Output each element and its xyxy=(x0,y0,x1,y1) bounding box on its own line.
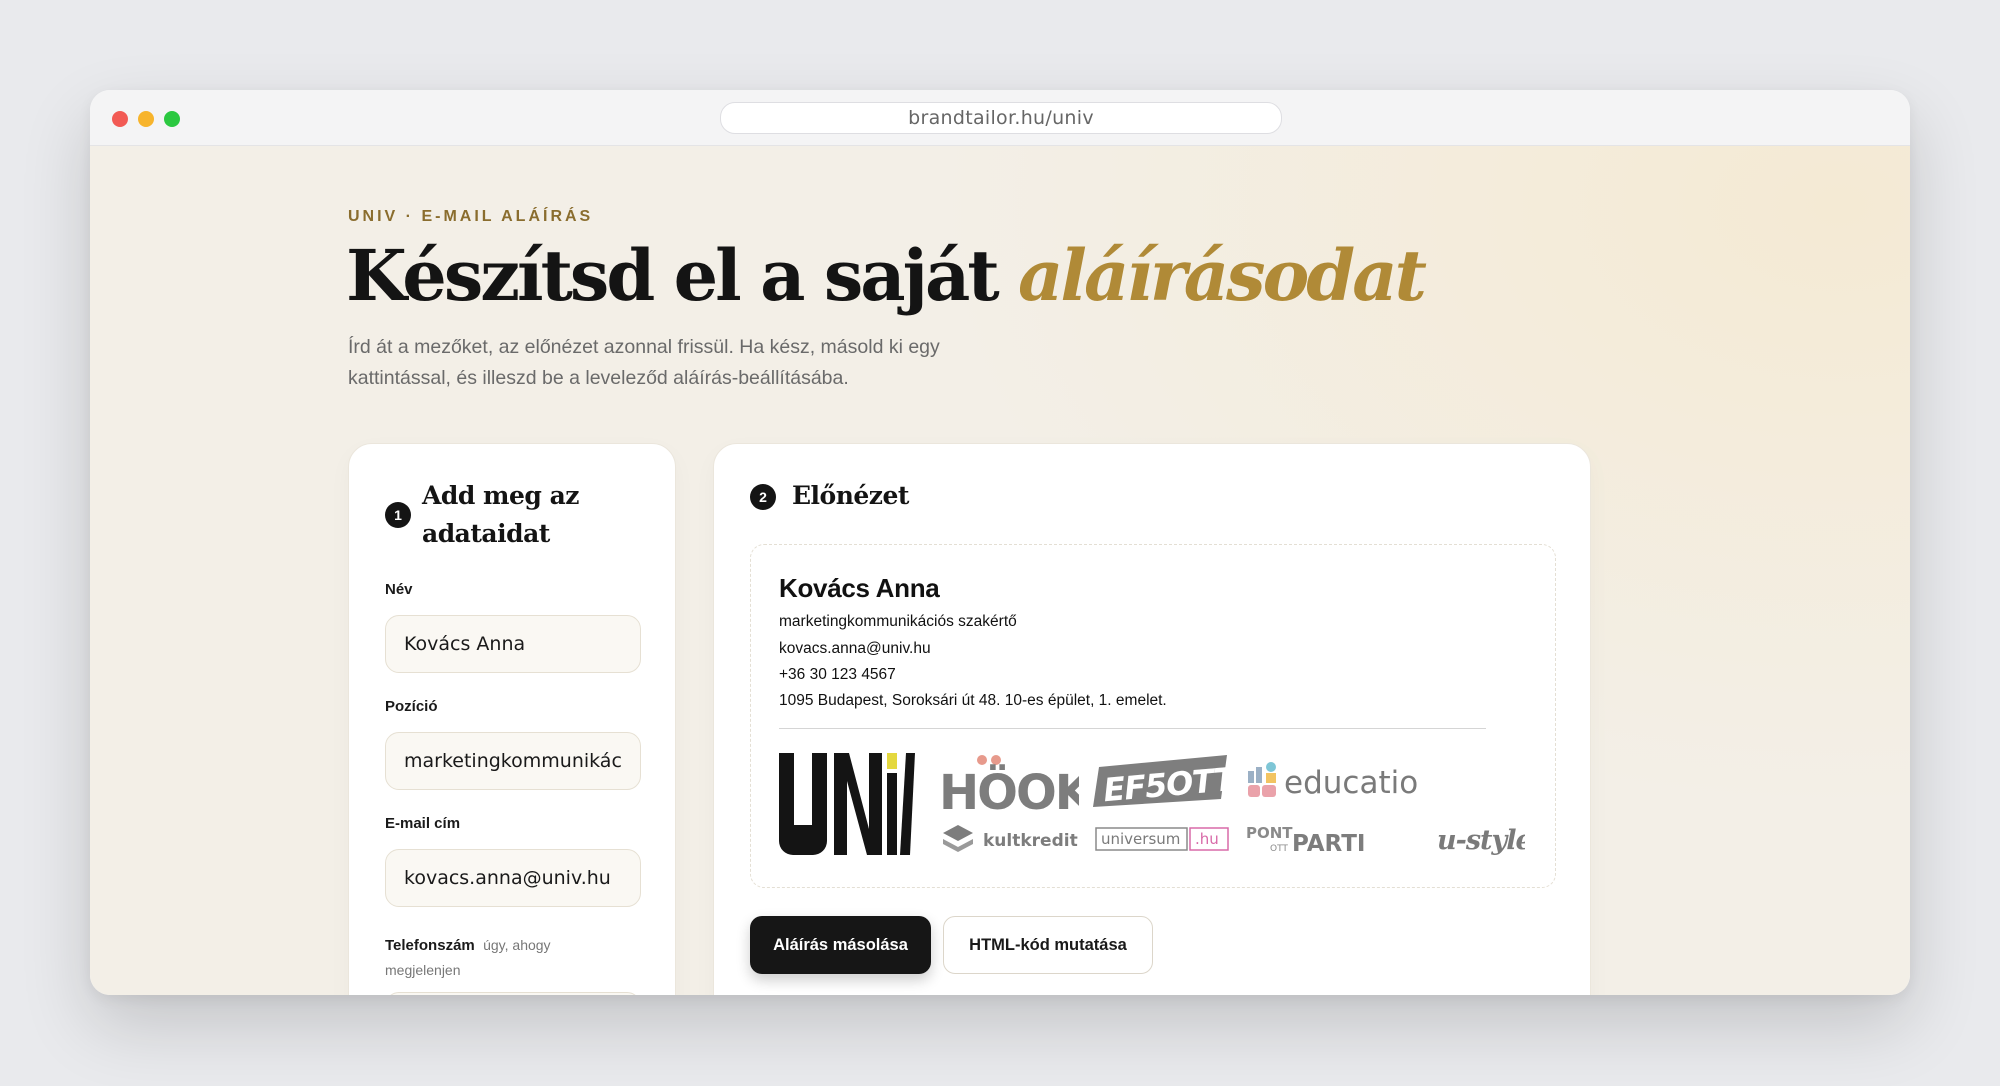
email-label: E-mail cím xyxy=(385,815,461,832)
signature-phone: +36 30 123 4567 xyxy=(779,666,896,683)
educatio-logo-text: educatio xyxy=(1284,765,1418,801)
signature-name: Kovács Anna xyxy=(779,573,940,603)
form-card-title: Add meg az adataidat xyxy=(422,481,580,548)
pontott-parti-logo: PONT OTT PARTI xyxy=(1246,824,1365,857)
position-label: Pozíció xyxy=(385,698,438,715)
signature-address: 1095 Budapest, Soroksári út 48. 10-es ép… xyxy=(779,692,1167,709)
name-input[interactable] xyxy=(385,615,641,673)
kultkredit-logo: kultkredit xyxy=(943,825,1078,852)
preview-card-title: Előnézet xyxy=(792,481,909,510)
universum-logo-text: universum xyxy=(1101,830,1180,848)
address-bar[interactable]: brandtailor.hu/univ xyxy=(720,102,1282,134)
minimize-window-button[interactable] xyxy=(138,111,154,127)
parti-text: PARTI xyxy=(1292,831,1365,857)
show-html-button[interactable]: HTML-kód mutatása xyxy=(943,916,1153,974)
browser-window: brandtailor.hu/univ UNIV · E-MAIL ALÁÍRÁ… xyxy=(90,90,1910,995)
name-label: Név xyxy=(385,581,413,598)
eyebrow-label: UNIV · E-MAIL ALÁÍRÁS xyxy=(348,208,594,225)
position-input[interactable] xyxy=(385,732,641,790)
form-card: 1 Add meg az adataidat Név Pozíció E-mai… xyxy=(348,443,676,995)
page-title-accent: aláírásodat xyxy=(1018,234,1427,317)
page-viewport: UNIV · E-MAIL ALÁÍRÁS Készítsd el a sajá… xyxy=(90,146,1910,995)
ustyle-logo-text: u-style xyxy=(1437,825,1525,856)
signature-preview: Kovács Anna marketingkommunikációs szaké… xyxy=(750,544,1556,888)
page-title-main: Készítsd el a saját xyxy=(346,234,1019,317)
step-badge-1: 1 xyxy=(385,502,411,528)
page-title: Készítsd el a saját aláírásodat xyxy=(346,234,1427,318)
phone-label-text: Telefonszám xyxy=(385,937,475,954)
ustyle-logo: u-style xyxy=(1437,825,1525,856)
educatio-logo: educatio xyxy=(1248,762,1418,801)
browser-titlebar: brandtailor.hu/univ xyxy=(90,90,1910,146)
efott-logo: EF5OTT xyxy=(1093,755,1229,809)
step-badge-2: 2 xyxy=(750,484,776,510)
kultkredit-logo-text: kultkredit xyxy=(983,831,1078,851)
ott-text: OTT xyxy=(1270,844,1288,854)
universum-logo: universum .hu xyxy=(1095,827,1229,851)
phone-label: Telefonszám úgy, ahogy megjelenjen xyxy=(385,933,605,983)
univ-logo xyxy=(779,753,915,855)
signature-position: marketingkommunikációs szakértő xyxy=(779,613,1017,630)
close-window-button[interactable] xyxy=(112,111,128,127)
preview-card: 2 Előnézet Kovács Anna marketingkommunik… xyxy=(713,443,1591,995)
copy-signature-button[interactable]: Aláírás másolása xyxy=(750,916,931,974)
pont-text: PONT xyxy=(1246,824,1293,842)
signature-email: kovacs.anna@univ.hu xyxy=(779,640,931,657)
hook-logo: HÖOK xyxy=(939,755,1079,813)
phone-input[interactable] xyxy=(385,992,641,995)
email-input[interactable] xyxy=(385,849,641,907)
universum-hu-text: .hu xyxy=(1195,830,1219,848)
signature-divider xyxy=(779,728,1486,729)
hook-logo-text: HÖOK xyxy=(939,764,1079,813)
maximize-window-button[interactable] xyxy=(164,111,180,127)
page-intro: Írd át a mezőket, az előnézet azonnal fr… xyxy=(348,336,940,389)
